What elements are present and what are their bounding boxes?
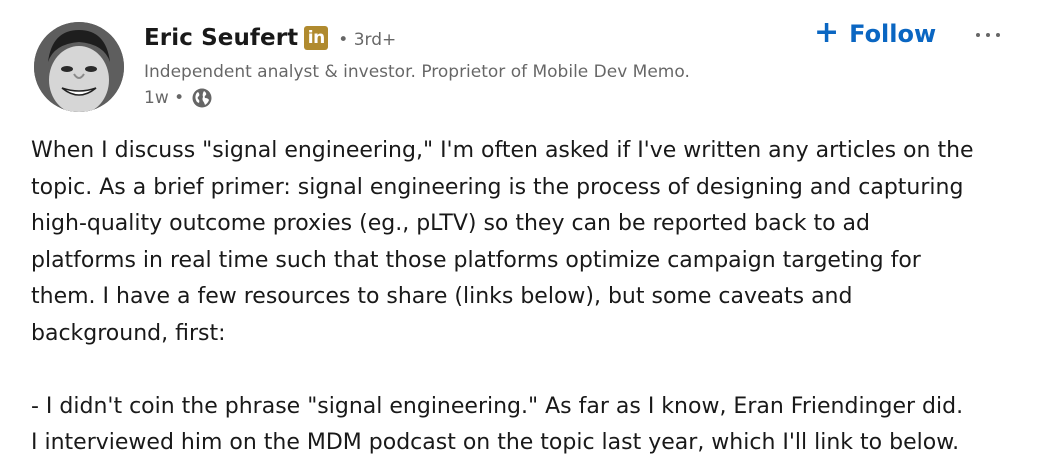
post-line: When I discuss "signal engineering," I'm… <box>31 138 974 163</box>
author-avatar[interactable] <box>34 22 124 112</box>
globe-icon <box>191 87 213 109</box>
follow-label: Follow <box>849 20 937 48</box>
post-line: high-quality outcome proxies (eg., pLTV)… <box>31 211 870 236</box>
post-line: topic. As a brief primer: signal enginee… <box>31 174 964 200</box>
author-info: Eric Seufert in • 3rd+ Independent analy… <box>144 18 804 110</box>
post-timestamp: 1w • <box>144 88 185 108</box>
post-line: I interviewed him on the MDM podcast on … <box>31 430 960 455</box>
post-line: platforms in real time such that those p… <box>31 247 921 273</box>
connection-degree: • 3rd+ <box>338 30 397 50</box>
avatar-photo <box>34 22 124 112</box>
author-name[interactable]: Eric Seufert <box>144 25 298 51</box>
post-line-blank <box>31 352 1021 389</box>
author-name-row: Eric Seufert in • 3rd+ <box>144 18 804 58</box>
post-line: - I didn't coin the phrase "signal engin… <box>31 393 964 419</box>
post-line: background, first: <box>31 320 226 346</box>
ellipsis-icon[interactable] <box>966 20 1010 50</box>
post-meta: 1w • <box>144 86 804 110</box>
post-line: them. I have a few resources to share (l… <box>31 284 853 309</box>
linkedin-badge-icon: in <box>304 26 329 50</box>
author-headline: Independent analyst & investor. Propriet… <box>144 62 690 82</box>
plus-icon: + <box>814 15 840 50</box>
follow-button[interactable]: + Follow <box>808 14 942 54</box>
post-text: When I discuss "signal engineering," I'm… <box>31 133 1021 462</box>
feed-post: Eric Seufert in • 3rd+ Independent analy… <box>0 0 1041 473</box>
